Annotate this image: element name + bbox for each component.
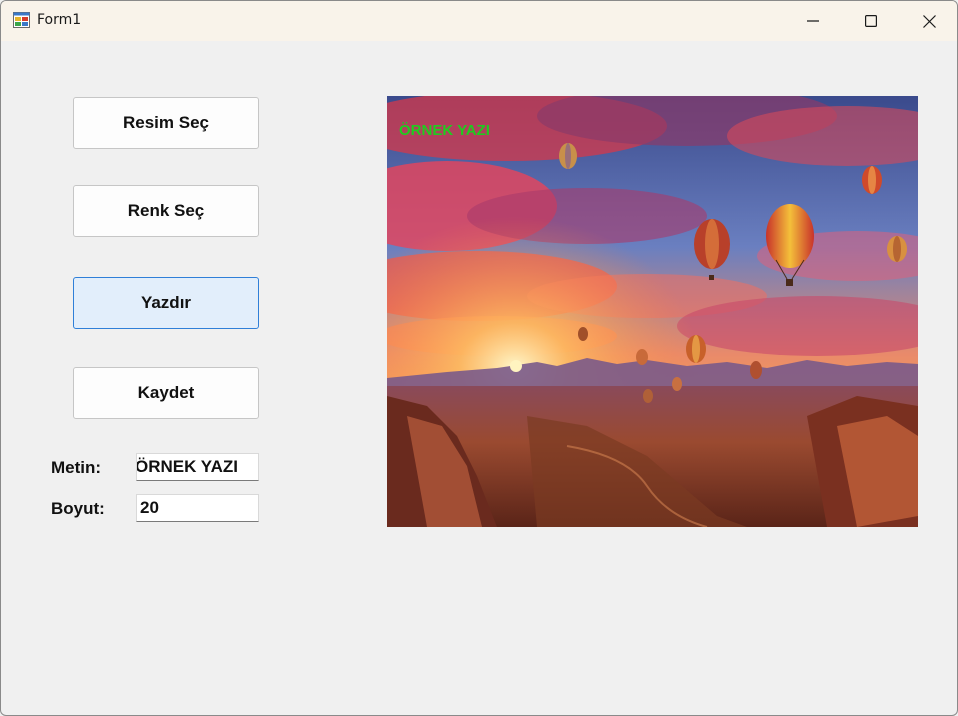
app-icon xyxy=(13,12,30,28)
size-input[interactable]: 20 xyxy=(136,494,259,522)
balloon-landscape-image xyxy=(387,96,918,527)
select-image-button[interactable]: Resim Seç xyxy=(73,97,259,149)
minimize-button[interactable] xyxy=(784,1,842,41)
maximize-icon xyxy=(865,15,877,27)
balloon-5 xyxy=(559,143,577,169)
select-color-button[interactable]: Renk Seç xyxy=(73,185,259,237)
title-bar[interactable]: Form1 xyxy=(1,1,957,41)
maximize-button[interactable] xyxy=(842,1,900,41)
print-button[interactable]: Yazdır xyxy=(73,277,259,329)
balloon-6 xyxy=(686,335,706,363)
app-window: Form1 Resim Seç Renk Seç Yazdır Kaydet M… xyxy=(0,0,958,716)
minimize-icon xyxy=(807,20,819,22)
balloon-4 xyxy=(887,236,907,262)
overlay-text: ÖRNEK YAZI xyxy=(399,122,490,139)
text-input[interactable]: ÖRNEK YAZI xyxy=(136,453,259,481)
balloon-3 xyxy=(862,166,882,194)
picture-box: ÖRNEK YAZI xyxy=(387,96,918,527)
text-label: Metin: xyxy=(51,458,102,477)
window-title: Form1 xyxy=(37,12,82,28)
form-client-area: Resim Seç Renk Seç Yazdır Kaydet Metin: … xyxy=(1,41,957,715)
close-icon xyxy=(922,14,936,28)
save-button[interactable]: Kaydet xyxy=(73,367,259,419)
close-button[interactable] xyxy=(900,1,957,41)
size-label: Boyut: xyxy=(51,499,105,518)
